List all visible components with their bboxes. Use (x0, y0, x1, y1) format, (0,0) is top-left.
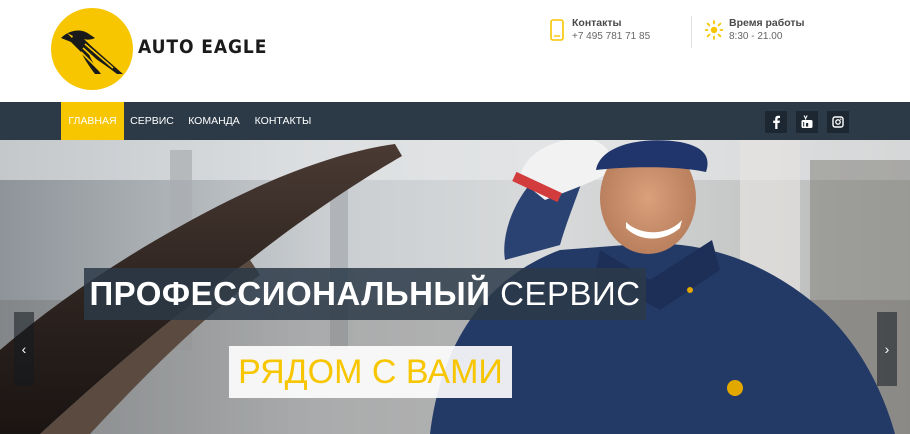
main-navigation: ГЛАВНАЯ СЕРВИС КОМАНДА КОНТАКТЫ (0, 102, 910, 140)
nav-item-contacts[interactable]: КОНТАКТЫ (252, 102, 314, 140)
eagle-logo[interactable] (51, 8, 133, 90)
hero-slider: ПРОФЕССИОНАЛЬНЫЙ СЕРВИС РЯДОМ С ВАМИ ‹ › (0, 140, 910, 434)
instagram-icon[interactable] (827, 111, 849, 133)
facebook-icon[interactable] (765, 111, 787, 133)
next-slide-icon[interactable]: › (877, 312, 897, 386)
eagle-icon (61, 30, 123, 74)
hero-title: ПРОФЕССИОНАЛЬНЫЙ СЕРВИС (84, 268, 646, 320)
youtube-icon[interactable] (796, 111, 818, 133)
nav-item-home[interactable]: ГЛАВНАЯ (61, 102, 124, 140)
hero-subtitle: РЯДОМ С ВАМИ (229, 346, 512, 398)
contacts-title: Контакты (572, 17, 622, 29)
contacts-info: Контакты +7 495 781 71 85 (550, 16, 680, 50)
hero-title-light: СЕРВИС (500, 275, 641, 312)
prev-slide-icon[interactable]: ‹ (14, 312, 34, 386)
hours-info: Время работы 8:30 - 21.00 (705, 16, 827, 50)
nav-item-team[interactable]: КОМАНДА (184, 102, 244, 140)
brand-name[interactable]: AUTO EAGLE (138, 36, 267, 58)
sun-icon (705, 20, 723, 40)
hours-value: 8:30 - 21.00 (729, 31, 783, 42)
hours-title: Время работы (729, 17, 805, 29)
contacts-phone[interactable]: +7 495 781 71 85 (572, 31, 650, 42)
hero-title-bold: ПРОФЕССИОНАЛЬНЫЙ (89, 275, 491, 312)
header-divider (691, 16, 692, 48)
site-header: AUTO EAGLE Контакты +7 495 781 71 85 Вре… (0, 0, 910, 102)
nav-item-service[interactable]: СЕРВИС (128, 102, 176, 140)
phone-icon (550, 19, 564, 41)
